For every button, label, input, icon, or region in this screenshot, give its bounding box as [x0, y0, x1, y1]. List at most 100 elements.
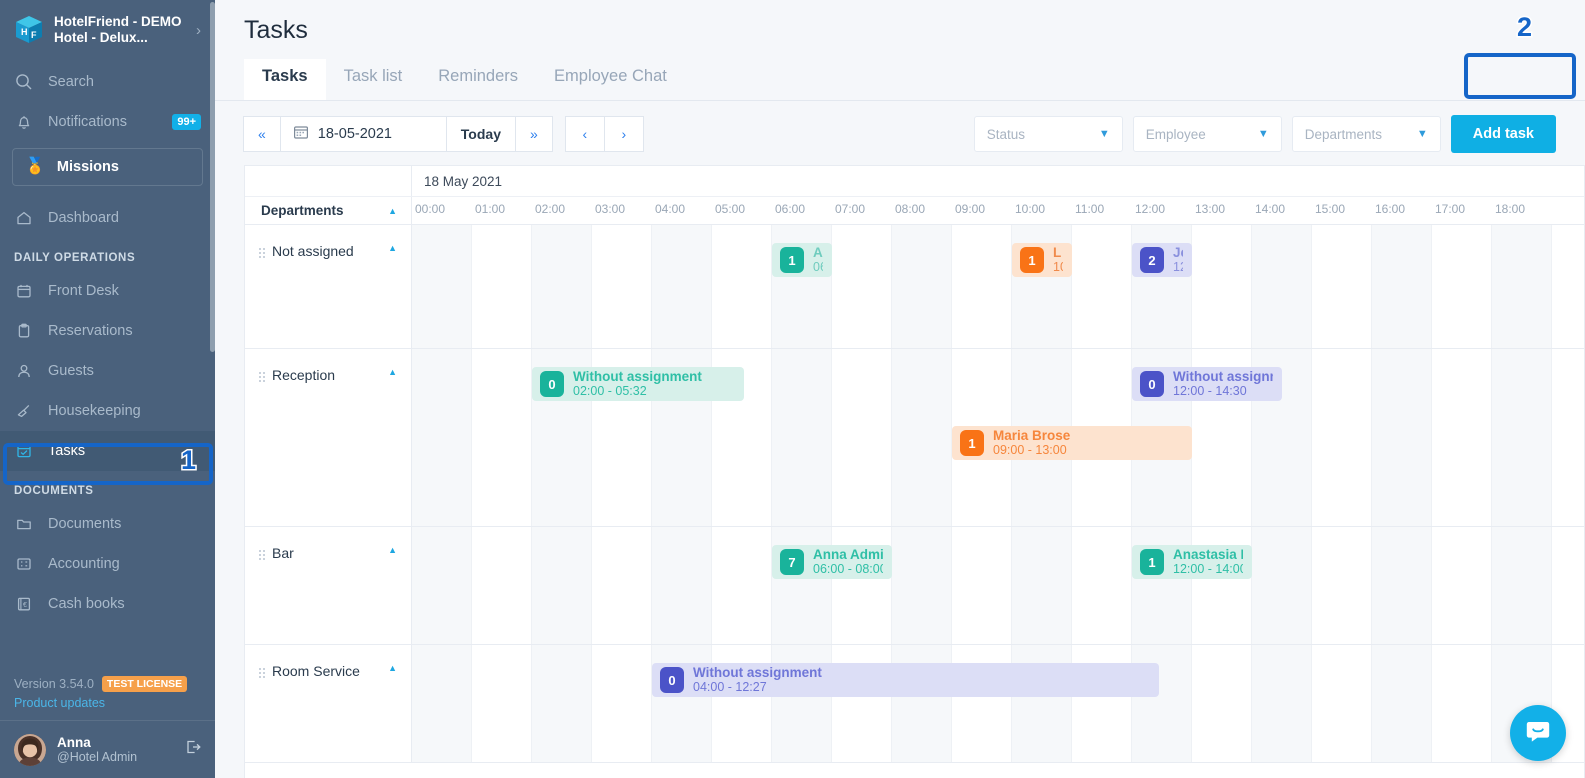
hour-cell[interactable] — [532, 225, 592, 348]
hour-cell[interactable] — [1312, 225, 1372, 348]
next-range-button[interactable]: » — [515, 116, 553, 152]
drag-handle-icon[interactable] — [259, 550, 265, 560]
task-chip[interactable]: 0 Without assignment 02:00 - 05:32 — [532, 367, 744, 401]
sidebar-item-accounting[interactable]: Accounting — [0, 544, 215, 584]
caret-up-icon[interactable]: ▲ — [388, 206, 397, 216]
hour-cell[interactable] — [652, 527, 712, 644]
departments-filter[interactable]: Departments ▼ — [1291, 116, 1441, 152]
drag-handle-icon[interactable] — [259, 248, 265, 258]
departments-column-header[interactable]: Departments ▲ — [245, 197, 412, 224]
department-cell[interactable]: Not assigned ▲ — [245, 225, 412, 348]
prev-range-button[interactable]: « — [243, 116, 281, 152]
status-filter[interactable]: Status ▼ — [973, 116, 1123, 152]
tab-reminders[interactable]: Reminders — [420, 59, 536, 100]
tab-employee-chat[interactable]: Employee Chat — [536, 59, 685, 100]
hour-cell[interactable] — [952, 225, 1012, 348]
hour-cell[interactable] — [1432, 645, 1492, 762]
hour-cell[interactable] — [1192, 225, 1252, 348]
sidebar-item-search[interactable]: Search — [0, 62, 215, 102]
hour-cell[interactable] — [1192, 645, 1252, 762]
task-chip[interactable]: 1 Anastasia Be12:00 - 14:00 — [1132, 545, 1252, 579]
hour-cell[interactable] — [472, 527, 532, 644]
hour-cell[interactable] — [1312, 349, 1372, 526]
caret-up-icon[interactable]: ▲ — [388, 243, 397, 253]
caret-up-icon[interactable]: ▲ — [388, 367, 397, 377]
timeline-track[interactable]: 0 Without assignment 04:00 - 12:27 — [412, 645, 1584, 762]
department-cell[interactable]: Reception ▲ — [245, 349, 412, 526]
hour-cell[interactable] — [472, 349, 532, 526]
product-updates-link[interactable]: Product updates — [0, 696, 215, 720]
user-profile[interactable]: Anna @Hotel Admin — [0, 720, 215, 778]
timeline-track[interactable]: 1 Adm06:0 1 L C10:0 2 Jen12:0 — [412, 225, 1584, 348]
sidebar-item-missions[interactable]: 🏅 Missions — [12, 148, 203, 186]
hour-cell[interactable] — [832, 225, 892, 348]
hour-cell[interactable] — [1252, 527, 1312, 644]
hour-cell[interactable] — [1492, 225, 1552, 348]
hour-cell[interactable] — [1372, 349, 1432, 526]
hour-cell[interactable] — [472, 645, 532, 762]
sidebar-item-front-desk[interactable]: Front Desk — [0, 271, 215, 311]
hour-cell[interactable] — [532, 645, 592, 762]
chat-widget-button[interactable] — [1510, 705, 1566, 761]
hour-cell[interactable] — [412, 225, 472, 348]
hour-cell[interactable] — [472, 225, 532, 348]
department-cell[interactable]: Bar ▲ — [245, 527, 412, 644]
hour-cell[interactable] — [532, 527, 592, 644]
hour-cell[interactable] — [592, 527, 652, 644]
task-chip[interactable]: 1 Adm06:0 — [772, 243, 832, 277]
drag-handle-icon[interactable] — [259, 668, 265, 678]
hour-cell[interactable] — [1252, 225, 1312, 348]
task-chip[interactable]: 2 Jen12:0 — [1132, 243, 1192, 277]
task-chip[interactable]: 0 Without assignme12:00 - 14:30 — [1132, 367, 1282, 401]
hour-cell[interactable] — [832, 349, 892, 526]
employee-filter[interactable]: Employee ▼ — [1132, 116, 1282, 152]
hour-cell[interactable] — [1372, 225, 1432, 348]
hour-cell[interactable] — [1492, 527, 1552, 644]
prev-day-button[interactable]: ‹ — [564, 116, 605, 152]
task-chip[interactable]: 7 Anna Admin06:00 - 08:00 — [772, 545, 892, 579]
hour-cell[interactable] — [1312, 645, 1372, 762]
tab-tasks[interactable]: Tasks — [244, 59, 326, 100]
logout-icon[interactable] — [183, 737, 203, 762]
hour-cell[interactable] — [712, 225, 772, 348]
drag-handle-icon[interactable] — [259, 372, 265, 382]
hour-cell[interactable] — [1072, 225, 1132, 348]
hour-cell[interactable] — [1492, 349, 1552, 526]
chevron-right-icon[interactable]: › — [196, 22, 205, 39]
caret-up-icon[interactable]: ▲ — [388, 545, 397, 555]
hour-cell[interactable] — [772, 349, 832, 526]
hour-cell[interactable] — [592, 225, 652, 348]
hour-cell[interactable] — [412, 527, 472, 644]
sidebar-item-reservations[interactable]: Reservations — [0, 311, 215, 351]
hour-cell[interactable] — [952, 527, 1012, 644]
hour-cell[interactable] — [892, 349, 952, 526]
hour-cell[interactable] — [1432, 527, 1492, 644]
hour-cell[interactable] — [1432, 349, 1492, 526]
caret-up-icon[interactable]: ▲ — [388, 663, 397, 673]
timeline-track[interactable]: 7 Anna Admin06:00 - 08:00 1 Anastasia Be12:… — [412, 527, 1584, 644]
sidebar-item-dashboard[interactable]: Dashboard — [0, 198, 215, 238]
sidebar-item-guests[interactable]: Guests — [0, 351, 215, 391]
sidebar-item-cash-books[interactable]: € Cash books — [0, 584, 215, 624]
hour-cell[interactable] — [892, 225, 952, 348]
hour-cell[interactable] — [1312, 527, 1372, 644]
hour-cell[interactable] — [1432, 225, 1492, 348]
next-day-button[interactable]: › — [603, 116, 644, 152]
hour-cell[interactable] — [1552, 349, 1584, 526]
brand-header[interactable]: H F HotelFriend - DEMO Hotel - Delux... … — [0, 0, 215, 62]
hour-cell[interactable] — [412, 349, 472, 526]
today-button[interactable]: Today — [445, 116, 516, 152]
task-chip[interactable]: 0 Without assignment 04:00 - 12:27 — [652, 663, 1159, 697]
hour-cell[interactable] — [1072, 527, 1132, 644]
hour-cell[interactable] — [1012, 527, 1072, 644]
hour-cell[interactable] — [652, 225, 712, 348]
hour-cell[interactable] — [1552, 225, 1584, 348]
task-chip[interactable]: 1 Maria Brose 09:00 - 13:00 — [952, 426, 1192, 460]
hour-cell[interactable] — [412, 645, 472, 762]
department-cell[interactable]: Room Service ▲ — [245, 645, 412, 762]
hour-cell[interactable] — [1552, 527, 1584, 644]
sidebar-item-notifications[interactable]: Notifications 99+ — [0, 102, 215, 142]
sidebar-item-documents[interactable]: Documents — [0, 504, 215, 544]
tab-task-list[interactable]: Task list — [326, 59, 421, 100]
hour-cell[interactable] — [712, 527, 772, 644]
